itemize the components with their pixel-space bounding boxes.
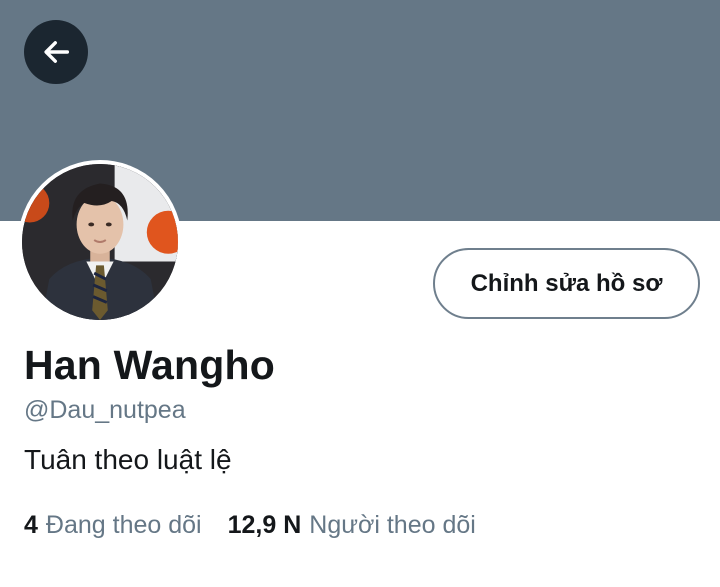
following-label: Đang theo dõi [45,511,202,539]
followers-stat[interactable]: 12,9 N Người theo dõi [228,511,476,540]
profile-bio: Tuân theo luật lệ [24,444,232,475]
edit-profile-button[interactable]: Chỉnh sửa hồ sơ [433,248,700,319]
profile-handle: @Dau_nutpea [24,396,186,424]
followers-count: 12,9 N [227,511,302,539]
followers-label: Người theo dõi [309,511,476,539]
profile-name: Han Wangho [24,342,276,388]
following-count: 4 [24,511,38,539]
following-stat[interactable]: 4 Đang theo dõi [24,511,202,540]
arrow-left-icon [44,41,70,63]
avatar[interactable] [18,160,182,324]
profile-stats: 4 Đang theo dõi 12,9 N Người theo dõi [24,511,476,540]
avatar-photo [22,164,178,320]
back-button[interactable] [24,20,88,84]
